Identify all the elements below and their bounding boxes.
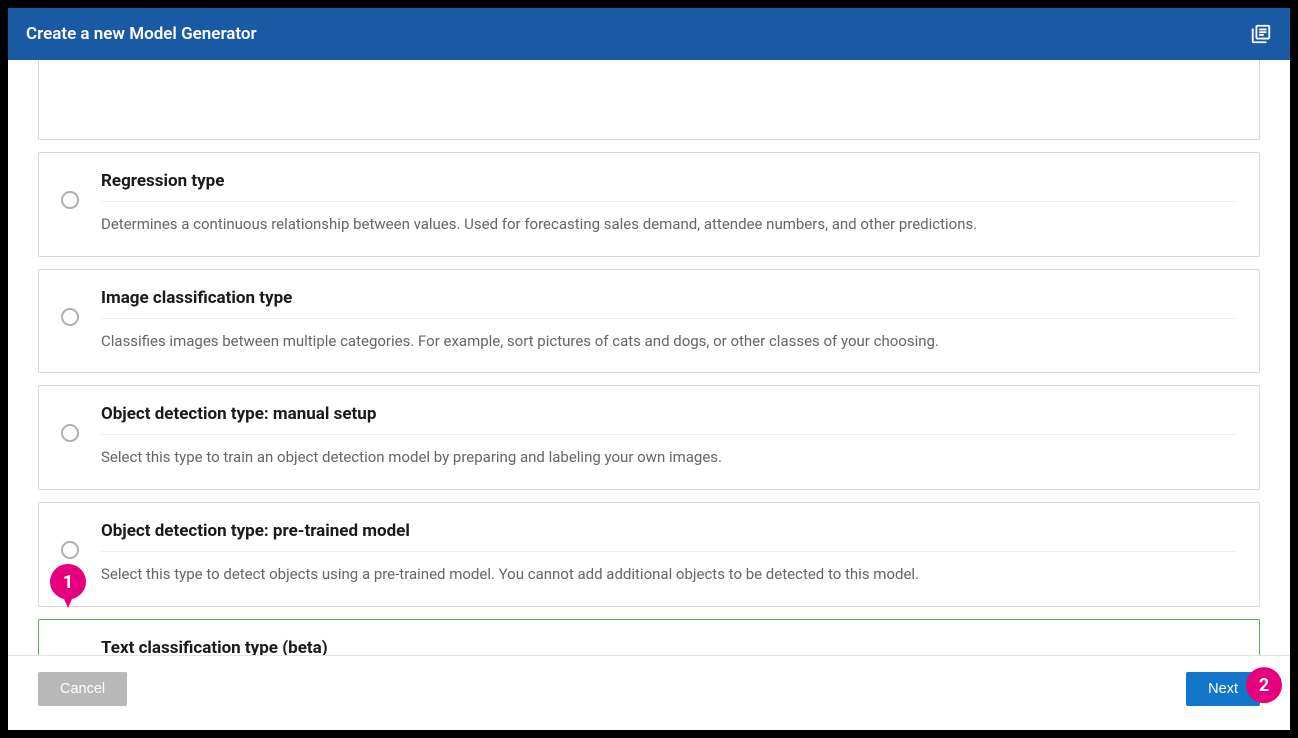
radio-icon[interactable] bbox=[61, 191, 79, 209]
dialog-header: Create a new Model Generator bbox=[8, 8, 1290, 60]
option-card-prev-partial[interactable] bbox=[38, 60, 1260, 140]
radio-icon[interactable] bbox=[61, 541, 79, 559]
dialog-title: Create a new Model Generator bbox=[26, 24, 257, 44]
next-button[interactable]: Next bbox=[1186, 672, 1260, 706]
option-regression[interactable]: Regression type Determines a continuous … bbox=[38, 152, 1260, 257]
library-icon[interactable] bbox=[1250, 23, 1272, 45]
option-desc: Select this type to train an object dete… bbox=[101, 435, 1237, 469]
option-title: Object detection type: manual setup bbox=[101, 404, 1237, 435]
option-title: Object detection type: pre-trained model bbox=[101, 521, 1237, 552]
option-object-detection-manual[interactable]: Object detection type: manual setup Sele… bbox=[38, 385, 1260, 490]
option-image-classification[interactable]: Image classification type Classifies ima… bbox=[38, 269, 1260, 374]
radio-icon[interactable] bbox=[61, 308, 79, 326]
option-title: Text classification type (beta) bbox=[101, 638, 1237, 655]
option-title: Regression type bbox=[101, 171, 1237, 202]
option-object-detection-pretrained[interactable]: Object detection type: pre-trained model… bbox=[38, 502, 1260, 607]
option-desc: Determines a continuous relationship bet… bbox=[101, 202, 1237, 236]
option-desc: Select this type to detect objects using… bbox=[101, 552, 1237, 586]
dialog-footer: Cancel Next 2 bbox=[8, 655, 1290, 730]
option-text-classification[interactable]: Text classification type (beta) Select t… bbox=[38, 619, 1260, 655]
options-list: Regression type Determines a continuous … bbox=[8, 60, 1290, 655]
radio-icon[interactable] bbox=[61, 424, 79, 442]
option-desc: Classifies images between multiple categ… bbox=[101, 319, 1237, 353]
svg-text:2: 2 bbox=[1259, 675, 1269, 696]
cancel-button[interactable]: Cancel bbox=[38, 672, 127, 706]
option-title: Image classification type bbox=[101, 288, 1237, 319]
